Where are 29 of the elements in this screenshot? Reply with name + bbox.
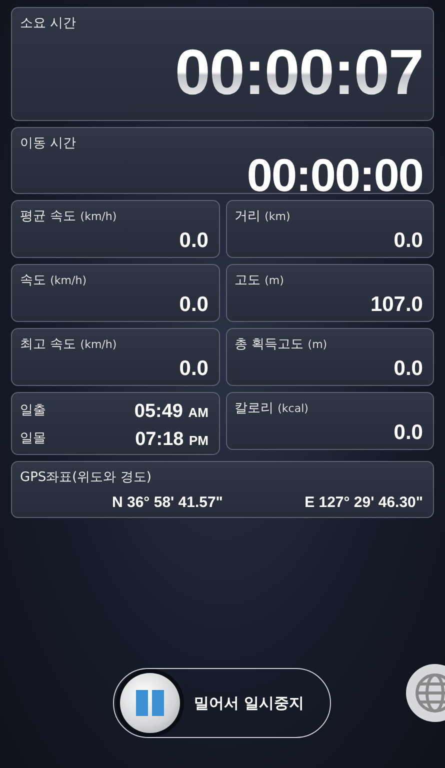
stat-value: 0.0 xyxy=(179,230,208,251)
stat-label: 최고 속도 (km/h) xyxy=(20,336,117,353)
stat-value: 0.0 xyxy=(394,358,423,379)
stat-label: 속도 (km/h) xyxy=(20,272,86,289)
stat-value: 0.0 xyxy=(179,358,208,379)
sun-time: 07:18 PM xyxy=(135,429,208,451)
stat-label: 총 획득고도 (m) xyxy=(234,336,328,353)
longitude: E 127° 29' 46.30" xyxy=(304,494,423,511)
sun-time: 05:49 AM xyxy=(134,401,208,423)
pause-handle[interactable] xyxy=(120,673,180,733)
slider-label: 밀어서 일시중지 xyxy=(194,694,304,712)
stat-label: 고도 (m) xyxy=(234,272,284,289)
timer-value: 00:00:00 xyxy=(246,152,423,198)
stat-label: 평균 속도 (km/h) xyxy=(20,208,117,225)
gps-label: GPS좌표(위도와 경도) xyxy=(20,469,152,486)
pause-slider[interactable]: 밀어서 일시중지 xyxy=(113,668,331,738)
sun-label: 일몰 xyxy=(20,430,46,447)
stat-value: 107.0 xyxy=(370,294,423,315)
timer-label: 소요 시간 xyxy=(20,15,76,32)
pause-icon xyxy=(136,690,164,716)
sun-label: 일출 xyxy=(20,402,46,419)
stat-label: 거리 (km) xyxy=(234,208,290,225)
timer-label: 이동 시간 xyxy=(20,135,76,152)
stat-value: 0.0 xyxy=(394,230,423,251)
stat-value: 0.0 xyxy=(394,422,423,443)
stat-value: 0.0 xyxy=(179,294,208,315)
globe-button[interactable] xyxy=(405,663,445,723)
stat-label: 칼로리 (kcal) xyxy=(234,400,308,417)
latitude: N 36° 58' 41.57" xyxy=(112,494,223,511)
